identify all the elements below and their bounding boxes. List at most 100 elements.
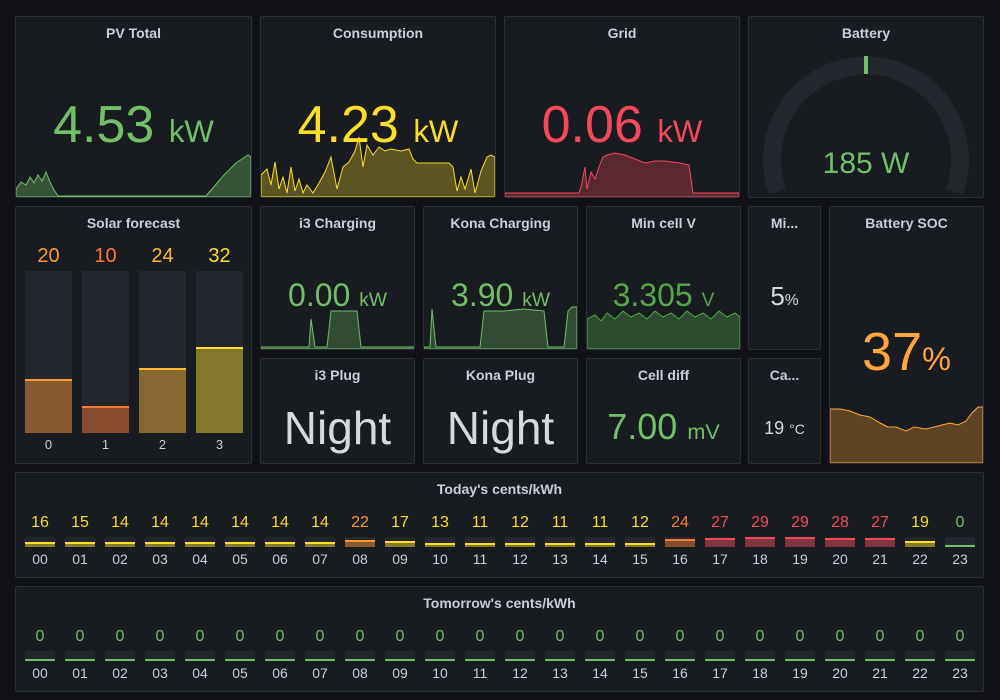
panel-title: Kona Charging: [450, 215, 551, 231]
value-unit: kW: [359, 290, 387, 311]
price-value: 28: [831, 514, 849, 531]
min-cell-v-panel[interactable]: Min cell V 3.305 V: [586, 206, 741, 350]
price-bar-track: [65, 537, 95, 547]
price-bar: [65, 542, 95, 547]
price-hour-label: 08: [352, 551, 368, 567]
value-unit: kW: [522, 290, 550, 311]
price-bar: [865, 659, 895, 661]
value-unit: °C: [789, 421, 805, 437]
ca-value: 19 °C: [749, 419, 820, 437]
price-bar: [585, 543, 615, 547]
price-bar-track: [545, 651, 575, 661]
price-hour-label: 00: [32, 665, 48, 681]
kona-plug-value: Night: [446, 402, 555, 454]
price-bar-track: [905, 537, 935, 547]
price-hour-label: 14: [592, 665, 608, 681]
price-value: 22: [351, 514, 369, 531]
price-bar: [785, 659, 815, 661]
panel-title: Mi...: [770, 215, 799, 231]
forecast-value: 24: [151, 245, 174, 267]
solar-forecast-panel[interactable]: Solar forecast 20 0 10 1 24 2 32 3: [15, 206, 252, 464]
forecast-value: 10: [94, 245, 117, 267]
battery-panel[interactable]: Battery 185 W: [748, 16, 984, 198]
price-bar: [345, 659, 375, 661]
battery-soc-panel[interactable]: Battery SOC 37%: [829, 206, 984, 464]
price-hour-label: 18: [752, 665, 768, 681]
i3-charging-value: 0.00 kW: [261, 279, 414, 311]
price-value: 13: [431, 514, 449, 531]
tomorrow-prices-panel[interactable]: Tomorrow's cents/kWh 0 00 0 01 0 02 0 03 0 04 0 05 0…: [15, 586, 984, 692]
panel-title: Battery SOC: [865, 215, 948, 231]
price-value: 14: [111, 514, 129, 531]
price-hour-label: 03: [152, 665, 168, 681]
price-hour-label: 06: [272, 551, 288, 567]
price-bar: [385, 541, 415, 547]
price-value: 14: [271, 514, 289, 531]
value-unit: %: [922, 341, 951, 377]
kona-charging-value: 3.90 kW: [424, 279, 577, 311]
price-value: 0: [595, 628, 605, 645]
price-bar: [145, 542, 175, 547]
panel-title: Grid: [607, 25, 637, 41]
forecast-bar: [25, 379, 72, 433]
price-hour-label: 02: [112, 551, 128, 567]
forecast-bar-track: [196, 271, 243, 433]
price-bar-track: [545, 537, 575, 547]
price-value: 16: [31, 514, 49, 531]
mi-panel[interactable]: Mi... 5%: [748, 206, 821, 350]
price-hour-label: 04: [192, 665, 208, 681]
price-hour-label: 23: [952, 665, 968, 681]
i3-charging-panel[interactable]: i3 Charging 0.00 kW: [260, 206, 415, 350]
price-value: 11: [551, 514, 569, 531]
consumption-panel[interactable]: Consumption 4.23 kW: [260, 16, 496, 198]
panel-title: i3 Charging: [298, 215, 376, 231]
price-value: 0: [395, 628, 405, 645]
cell-diff-panel[interactable]: Cell diff 7.00 mV: [586, 358, 741, 464]
price-bar: [625, 543, 655, 547]
price-value: 0: [875, 628, 885, 645]
i3-plug-panel[interactable]: i3 Plug Night: [260, 358, 415, 464]
price-value: 0: [195, 628, 205, 645]
price-bar: [665, 539, 695, 547]
kona-charging-panel[interactable]: Kona Charging 3.90 kW: [423, 206, 578, 350]
forecast-bar-track: [25, 271, 72, 433]
ca-panel[interactable]: Ca... 19 °C: [748, 358, 821, 464]
price-bar-track: [865, 537, 895, 547]
price-bar-track: [785, 651, 815, 661]
price-value: 0: [955, 628, 965, 645]
grid-panel[interactable]: Grid 0.06 kW: [504, 16, 740, 198]
kona-plug-panel[interactable]: Kona Plug Night: [423, 358, 578, 464]
price-hour-label: 23: [952, 551, 968, 567]
price-value: 0: [475, 628, 485, 645]
price-hour-label: 12: [512, 665, 528, 681]
price-hour-label: 22: [912, 551, 928, 567]
price-value: 0: [115, 628, 125, 645]
value-number: 3.305: [612, 277, 693, 313]
price-bar: [265, 659, 295, 661]
price-hour-label: 17: [712, 551, 728, 567]
forecast-bar: [196, 347, 243, 433]
price-hour-label: 13: [552, 665, 568, 681]
price-hour-label: 00: [32, 551, 48, 567]
price-hour-label: 01: [72, 665, 88, 681]
price-bar: [505, 659, 535, 661]
price-value: 12: [631, 514, 649, 531]
price-bar: [865, 538, 895, 547]
panel-title: i3 Plug: [314, 367, 361, 383]
price-bar-track: [305, 537, 335, 547]
pv-total-value: 4.53 kW: [16, 99, 251, 151]
forecast-value: 32: [208, 245, 231, 267]
price-hour-label: 04: [192, 551, 208, 567]
price-bar: [265, 542, 295, 547]
today-prices-panel[interactable]: Today's cents/kWh 16 00 15 01 14 02 14 03 14 04 14…: [15, 472, 984, 578]
price-bar-track: [425, 537, 455, 547]
price-bar: [825, 659, 855, 661]
price-bar-track: [945, 537, 975, 547]
price-value: 0: [355, 628, 365, 645]
price-bar-track: [385, 651, 415, 661]
forecast-label: 1: [101, 437, 110, 452]
price-value: 0: [675, 628, 685, 645]
forecast-label: 3: [215, 437, 224, 452]
pv-total-panel[interactable]: PV Total 4.53 kW: [15, 16, 252, 198]
price-value: 14: [311, 514, 329, 531]
